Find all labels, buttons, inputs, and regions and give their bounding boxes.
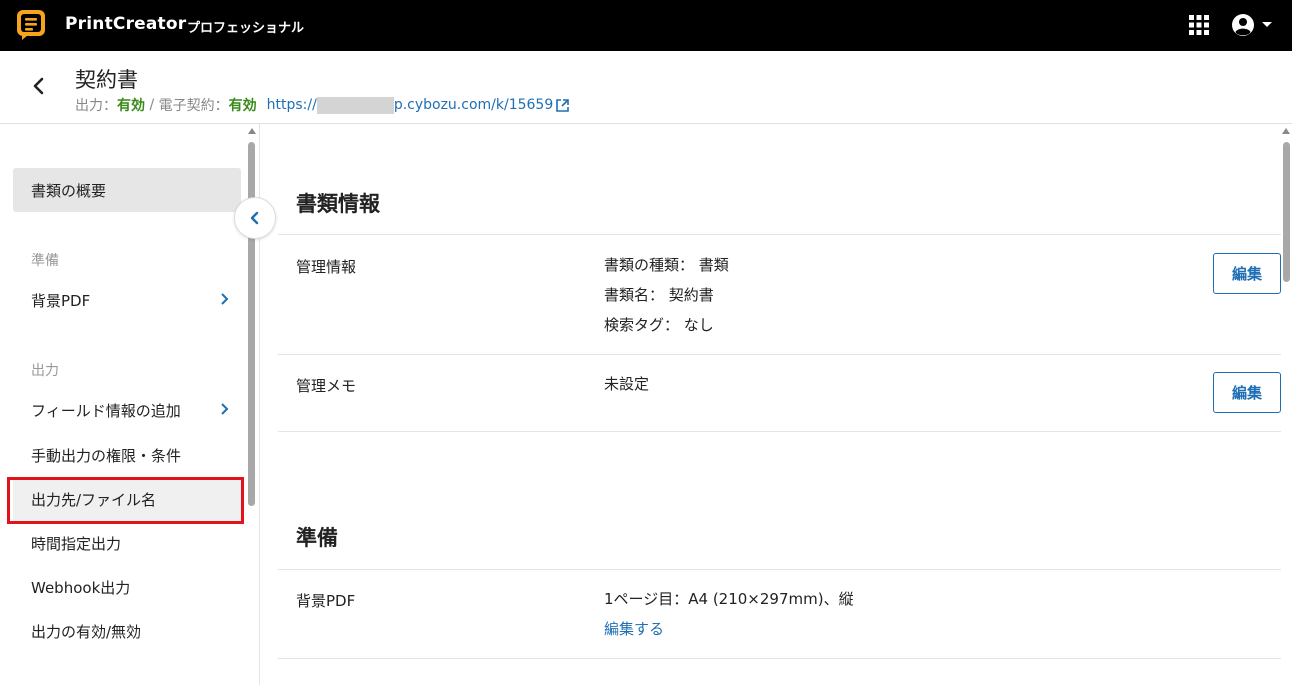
status-line: 出力： 有効 / 電子契約： 有効 https:// p.cybozu.com/… — [75, 95, 570, 115]
sidebar-item-overview[interactable]: 書類の概要 — [13, 168, 241, 212]
chevron-left-icon — [250, 211, 259, 225]
scrollbar-thumb[interactable] — [1283, 142, 1290, 282]
document-name-value: 書類名： 契約書 — [604, 286, 714, 304]
main-scrollbar[interactable] — [1280, 124, 1292, 685]
section-title-document-info: 書類情報 — [296, 192, 380, 216]
row-label-management-info: 管理情報 — [296, 258, 357, 276]
sidebar-item-label: 手動出力の権限・条件 — [31, 446, 182, 465]
user-account-icon — [1232, 14, 1254, 36]
back-arrow-icon[interactable] — [28, 73, 50, 99]
top-bar: PrintCreator プロフェッショナル — [0, 0, 1292, 51]
sidebar-item-label: 書類の概要 — [31, 181, 107, 200]
sidebar-item-destination[interactable]: 出力先/ファイル名 — [13, 477, 241, 521]
divider — [278, 569, 1281, 570]
management-info-values: 書類の種類： 書類 書類名： 契約書 検索タグ： なし — [604, 250, 729, 340]
url-prefix: https:// — [266, 97, 317, 113]
esign-status: 有効 — [228, 98, 257, 114]
edit-management-memo-button[interactable]: 編集 — [1213, 372, 1281, 413]
chevron-down-icon — [1262, 22, 1272, 27]
printcreator-logo-icon — [17, 10, 45, 40]
esign-label: 電子契約： — [158, 98, 229, 114]
sidebar-item-label: 時間指定出力 — [31, 534, 122, 553]
output-status: 有効 — [117, 98, 145, 114]
management-memo-value: 未設定 — [604, 375, 650, 393]
edit-management-info-button[interactable]: 編集 — [1213, 253, 1281, 294]
sidebar-item-label: 出力先/ファイル名 — [31, 490, 157, 509]
sidebar-item-output-toggle[interactable]: 出力の有効/無効 — [13, 609, 241, 653]
collapse-sidebar-button[interactable] — [234, 197, 276, 239]
sidebar: 書類の概要 準備 背景PDF 出力 フィールド情報の追加 手動出力の権限・条件 … — [0, 124, 260, 685]
sidebar-section-prepare: 準備 — [31, 253, 59, 269]
search-tag-value: 検索タグ： なし — [604, 316, 714, 334]
output-label: 出力： — [75, 98, 117, 114]
apps-grid-icon[interactable] — [1189, 15, 1209, 35]
section-title-prepare: 準備 — [296, 526, 338, 550]
sidebar-item-background-pdf[interactable]: 背景PDF — [13, 278, 241, 322]
edition-label: プロフェッショナル — [187, 21, 305, 36]
sidebar-item-webhook-output[interactable]: Webhook出力 — [13, 565, 241, 609]
status-separator: / — [145, 97, 159, 113]
app-url-link[interactable]: https:// p.cybozu.com/k/15659 — [266, 96, 571, 114]
row-label-background-pdf: 背景PDF — [296, 592, 356, 610]
scroll-up-arrow-icon[interactable] — [248, 128, 256, 134]
chevron-right-icon — [221, 293, 229, 305]
url-suffix: p.cybozu.com/k/15659 — [393, 97, 554, 113]
sidebar-item-label: 出力の有効/無効 — [31, 622, 142, 641]
edit-background-pdf-link[interactable]: 編集する — [604, 614, 854, 644]
main-content: 書類情報 管理情報 書類の種類： 書類 書類名： 契約書 検索タグ： なし 編集… — [261, 124, 1292, 685]
sidebar-item-field-info[interactable]: フィールド情報の追加 — [13, 388, 241, 432]
background-pdf-page-info: 1ページ目：A4 (210×297mm)、縦 — [604, 590, 854, 608]
divider — [278, 658, 1281, 659]
sidebar-item-label: フィールド情報の追加 — [31, 401, 181, 420]
divider — [278, 354, 1281, 355]
redacted-block — [316, 96, 394, 114]
divider — [278, 431, 1281, 432]
sidebar-item-label: 背景PDF — [31, 291, 91, 310]
row-label-management-memo: 管理メモ — [296, 377, 357, 395]
sidebar-item-manual-output[interactable]: 手動出力の権限・条件 — [13, 433, 241, 477]
external-link-icon — [556, 98, 570, 112]
user-menu-button[interactable] — [1231, 12, 1275, 38]
page-header: 契約書 出力： 有効 / 電子契約： 有効 https:// p.cybozu.… — [0, 51, 1292, 124]
divider — [278, 234, 1281, 235]
sidebar-section-output: 出力 — [31, 363, 59, 379]
app-name: PrintCreator — [65, 14, 187, 34]
chevron-right-icon — [221, 403, 229, 415]
page-title: 契約書 — [75, 68, 138, 92]
sidebar-item-scheduled-output[interactable]: 時間指定出力 — [13, 521, 241, 565]
document-type-value: 書類の種類： 書類 — [604, 256, 729, 274]
scroll-up-arrow-icon[interactable] — [1282, 128, 1290, 134]
sidebar-item-label: Webhook出力 — [31, 578, 131, 597]
background-pdf-values: 1ページ目：A4 (210×297mm)、縦 編集する — [604, 584, 854, 644]
